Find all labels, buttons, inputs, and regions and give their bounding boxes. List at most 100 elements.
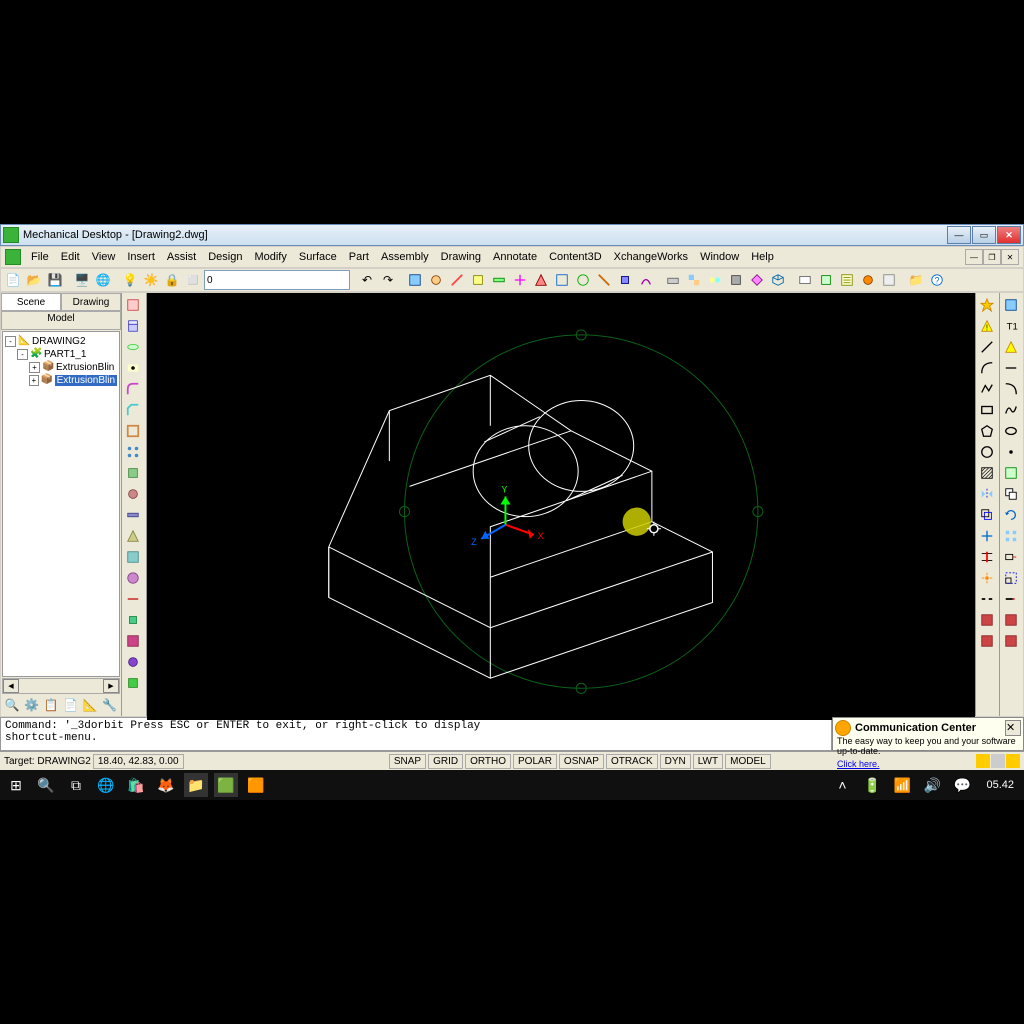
tool-icon[interactable]: [1001, 379, 1021, 399]
tool-icon[interactable]: [615, 270, 635, 290]
toggle-snap[interactable]: SNAP: [389, 754, 426, 769]
scale-icon[interactable]: [1001, 568, 1021, 588]
tool-icon[interactable]: [123, 568, 143, 588]
toggle-model[interactable]: MODEL: [725, 754, 771, 769]
extrude-icon[interactable]: [123, 316, 143, 336]
toggle-osnap[interactable]: OSNAP: [559, 754, 604, 769]
layer-bulb-icon[interactable]: 💡: [120, 270, 140, 290]
tree-part[interactable]: PART1_1: [44, 349, 86, 360]
menu-view[interactable]: View: [86, 250, 122, 264]
folder-icon[interactable]: 📁: [906, 270, 926, 290]
start-button[interactable]: ⊞: [4, 773, 28, 797]
tool-icon[interactable]: [123, 652, 143, 672]
rotate-icon[interactable]: [1001, 505, 1021, 525]
tool-icon[interactable]: [1001, 295, 1021, 315]
wifi-icon[interactable]: 📶: [890, 773, 914, 797]
pattern-icon[interactable]: [123, 442, 143, 462]
tool-icon[interactable]: [1001, 358, 1021, 378]
tool-icon[interactable]: [123, 484, 143, 504]
copy-icon[interactable]: [1001, 484, 1021, 504]
notifications-icon[interactable]: 💬: [950, 773, 974, 797]
tool-icon[interactable]: [816, 270, 836, 290]
tool-icon[interactable]: [552, 270, 572, 290]
menu-part[interactable]: Part: [343, 250, 375, 264]
tool-icon[interactable]: [726, 270, 746, 290]
menu-assembly[interactable]: Assembly: [375, 250, 435, 264]
offset-icon[interactable]: [977, 505, 997, 525]
tool-icon[interactable]: [747, 270, 767, 290]
mirror-icon[interactable]: [977, 484, 997, 504]
store-icon[interactable]: 🛍️: [124, 773, 148, 797]
tool-icon[interactable]: ⚙️: [23, 695, 42, 715]
tool-icon[interactable]: 📄: [62, 695, 81, 715]
tool-icon[interactable]: 📐: [81, 695, 100, 715]
fillet-icon[interactable]: [123, 379, 143, 399]
tab-drawing[interactable]: Drawing: [61, 293, 121, 311]
assembly-icon[interactable]: [684, 270, 704, 290]
move-icon[interactable]: [977, 526, 997, 546]
tree-feature[interactable]: ExtrusionBlin: [56, 362, 114, 373]
popup-link[interactable]: Click here.: [837, 759, 880, 769]
open-icon[interactable]: 📂: [24, 270, 44, 290]
taskview-icon[interactable]: ⧉: [64, 773, 88, 797]
viewport[interactable]: X Y Z: [147, 293, 975, 720]
arc-icon[interactable]: [977, 358, 997, 378]
save-icon[interactable]: 💾: [45, 270, 65, 290]
hatch-icon[interactable]: [977, 463, 997, 483]
expand-icon[interactable]: -: [17, 349, 28, 360]
help-icon[interactable]: ?: [927, 270, 947, 290]
tool-icon[interactable]: [636, 270, 656, 290]
tray-up-icon[interactable]: ˄: [830, 773, 854, 797]
part-icon[interactable]: [663, 270, 683, 290]
region-icon[interactable]: [1001, 463, 1021, 483]
line-icon[interactable]: [977, 337, 997, 357]
break-icon[interactable]: [977, 589, 997, 609]
menu-design[interactable]: Design: [202, 250, 248, 264]
toggle-dyn[interactable]: DYN: [660, 754, 691, 769]
tool-icon[interactable]: [123, 589, 143, 609]
extend-icon[interactable]: [1001, 589, 1021, 609]
menu-edit[interactable]: Edit: [55, 250, 86, 264]
tool-icon[interactable]: [858, 270, 878, 290]
recorder-icon[interactable]: 🟧: [244, 773, 268, 797]
taskbar-clock[interactable]: 05.42: [980, 779, 1020, 791]
tool-icon[interactable]: [405, 270, 425, 290]
tree-feature-selected[interactable]: ExtrusionBlin: [55, 375, 117, 386]
menu-help[interactable]: Help: [745, 250, 780, 264]
constraint-icon[interactable]: [705, 270, 725, 290]
warning-icon[interactable]: !: [977, 316, 997, 336]
menu-content3d[interactable]: Content3D: [543, 250, 608, 264]
mdi-restore-button[interactable]: ❐: [983, 249, 1001, 265]
command-line[interactable]: Command: '_3dorbit Press ESC or ENTER to…: [0, 717, 832, 751]
tool-icon[interactable]: [426, 270, 446, 290]
tool-icon[interactable]: [123, 631, 143, 651]
firefox-icon[interactable]: 🦊: [154, 773, 178, 797]
spline-icon[interactable]: [1001, 400, 1021, 420]
text-icon[interactable]: T1: [1001, 316, 1021, 336]
tool-icon[interactable]: [795, 270, 815, 290]
battery-icon[interactable]: 🔋: [860, 773, 884, 797]
tool-icon[interactable]: [977, 295, 997, 315]
tool-icon[interactable]: [879, 270, 899, 290]
expand-icon[interactable]: +: [29, 362, 40, 373]
tree-root[interactable]: DRAWING2: [32, 336, 86, 347]
tool-icon[interactable]: [489, 270, 509, 290]
menu-modify[interactable]: Modify: [248, 250, 292, 264]
volume-icon[interactable]: 🔊: [920, 773, 944, 797]
tool-icon[interactable]: [123, 526, 143, 546]
tool-icon[interactable]: [123, 610, 143, 630]
rectangle-icon[interactable]: [977, 400, 997, 420]
sketch-icon[interactable]: [123, 295, 143, 315]
redo-icon[interactable]: ↷: [378, 270, 398, 290]
mdi-close-button[interactable]: ✕: [1001, 249, 1019, 265]
layer-sun-icon[interactable]: ☀️: [141, 270, 161, 290]
minimize-button[interactable]: —: [947, 226, 971, 244]
undo-icon[interactable]: ↶: [357, 270, 377, 290]
toggle-ortho[interactable]: ORTHO: [465, 754, 511, 769]
revolve-icon[interactable]: [123, 337, 143, 357]
menu-xchangeworks[interactable]: XchangeWorks: [608, 250, 694, 264]
stretch-icon[interactable]: [1001, 547, 1021, 567]
menu-window[interactable]: Window: [694, 250, 745, 264]
polygon-icon[interactable]: [977, 421, 997, 441]
menu-surface[interactable]: Surface: [293, 250, 343, 264]
